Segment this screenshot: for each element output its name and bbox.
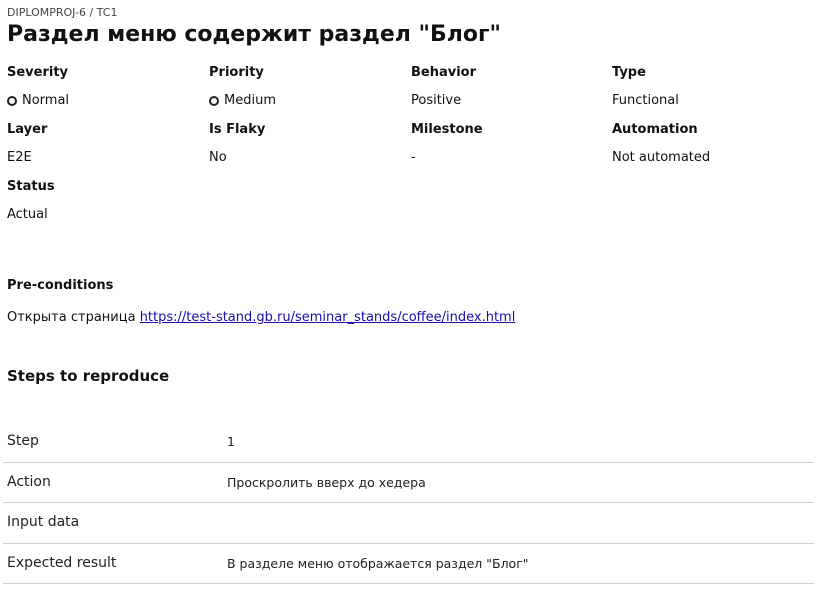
step-row-value[interactable]: 1 [227,434,235,449]
step-row-input-data: Input data [3,503,814,544]
type-value[interactable]: Functional [612,93,812,109]
fields-row-3: Status Actual [7,178,815,235]
step-row-expected-result: Expected result В разделе меню отображае… [3,544,814,584]
preconditions-text-prefix: Открыта страница [7,310,140,325]
field-is-flaky: Is Flaky No [209,121,409,166]
fields-row-2: Layer E2E Is Flaky No Milestone - Automa… [7,121,815,178]
severity-circle-icon [7,96,17,106]
step-row-key: Action [7,473,51,490]
automation-value[interactable]: Not automated [612,150,812,166]
field-label: Priority [209,65,264,80]
page-title: Раздел меню содержит раздел "Блог" [7,22,501,47]
breadcrumb[interactable]: DIPLOMPROJ-6 / TC1 [7,6,117,19]
field-status: Status Actual [7,178,207,223]
field-label: Is Flaky [209,122,266,137]
layer-value[interactable]: E2E [7,150,207,166]
priority-value: Medium [224,93,276,108]
field-label: Status [7,179,55,194]
priority-circle-icon [209,96,219,106]
step-row-key: Input data [7,514,80,530]
step-row-key: Expected result [7,554,117,571]
field-severity: Severity Normal [7,64,207,109]
field-type: Type Functional [612,64,812,109]
step-row-value[interactable]: Проскролить вверх до хедера [227,475,426,490]
field-label: Type [612,65,646,80]
fields-row-1: Severity Normal Priority Medium Behavior… [7,64,815,121]
steps-table: Step 1 Action Проскролить вверх до хедер… [3,422,814,584]
preconditions-text: Открыта страница https://test-stand.gb.r… [7,310,515,326]
step-row-action: Action Проскролить вверх до хедера [3,463,814,503]
preconditions-link[interactable]: https://test-stand.gb.ru/seminar_stands/… [140,310,516,325]
behavior-value[interactable]: Positive [411,93,611,109]
field-label: Severity [7,65,69,80]
field-label: Layer [7,122,48,137]
status-value[interactable]: Actual [7,207,207,223]
field-automation: Automation Not automated [612,121,812,166]
field-value[interactable]: Normal [7,93,207,109]
is-flaky-value[interactable]: No [209,150,409,166]
test-case-fields: Severity Normal Priority Medium Behavior… [7,64,815,235]
milestone-value[interactable]: - [411,150,611,166]
field-value[interactable]: Medium [209,93,409,109]
field-label: Milestone [411,122,483,137]
field-behavior: Behavior Positive [411,64,611,109]
field-label: Behavior [411,65,477,80]
field-label: Automation [612,122,698,137]
steps-title: Steps to reproduce [7,367,170,385]
severity-value: Normal [22,93,70,108]
field-priority: Priority Medium [209,64,409,109]
field-milestone: Milestone - [411,121,611,166]
field-layer: Layer E2E [7,121,207,166]
step-row-key: Step [7,433,39,449]
preconditions-label: Pre-conditions [7,278,114,293]
step-row-value[interactable]: В разделе меню отображается раздел "Блог… [227,556,529,571]
step-row-step: Step 1 [3,422,814,463]
